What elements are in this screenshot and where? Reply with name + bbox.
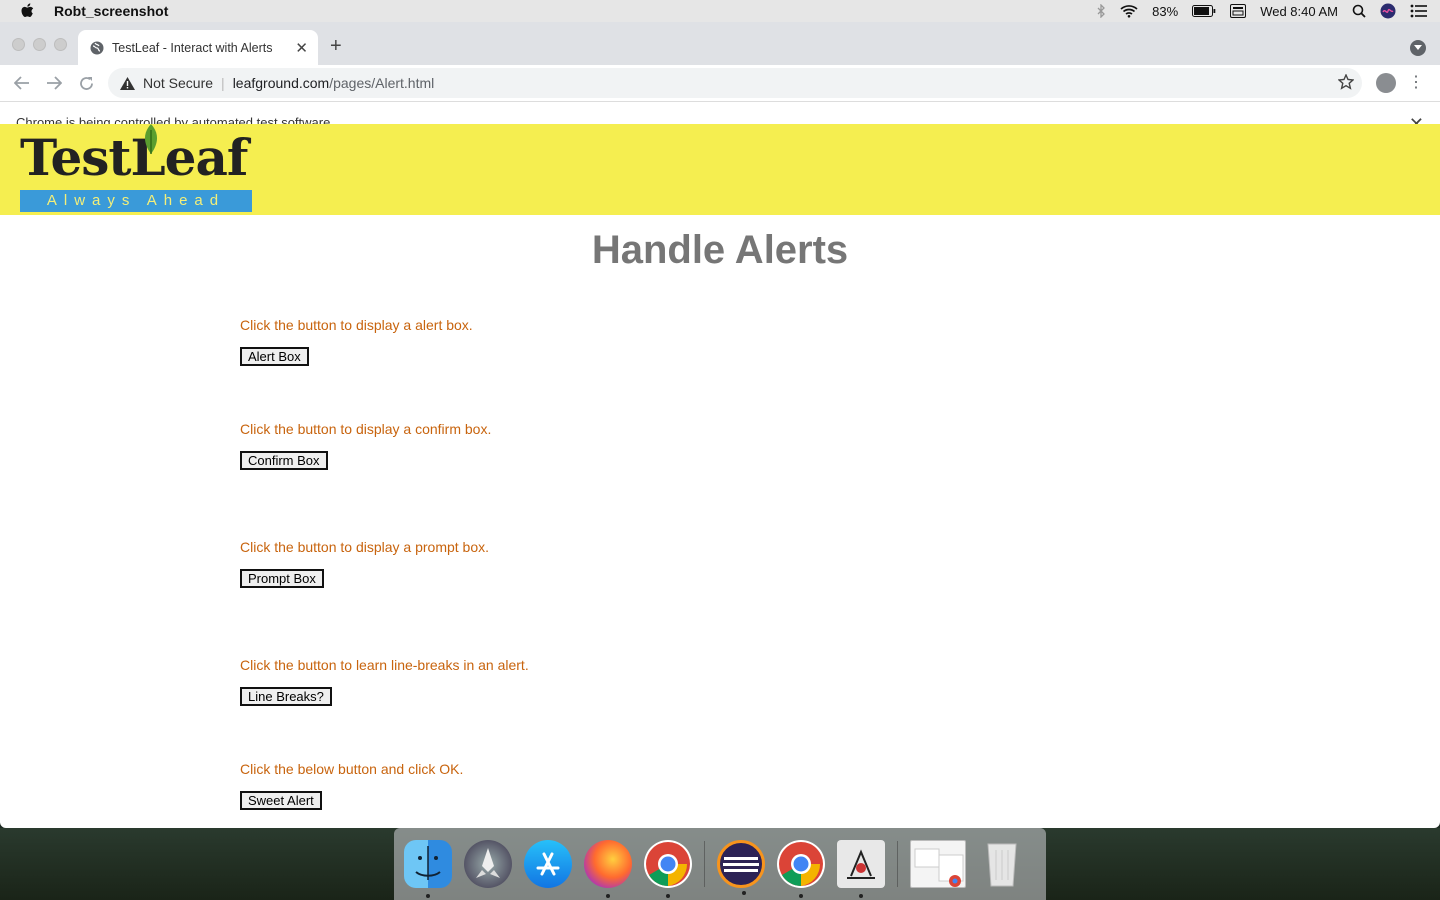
browser-toolbar: Not Secure | leafground.com/pages/Alert.… <box>0 65 1440 101</box>
chrome-icon[interactable] <box>777 840 825 898</box>
security-label[interactable]: Not Secure <box>143 75 213 91</box>
clock[interactable]: Wed 8:40 AM <box>1260 4 1338 19</box>
battery-percentage: 83% <box>1152 3 1179 19</box>
window-controls <box>12 38 67 51</box>
preview-icon[interactable] <box>910 840 966 888</box>
running-indicator <box>666 894 670 898</box>
siri-icon[interactable] <box>1380 3 1396 19</box>
confirm-box-button[interactable]: Confirm Box <box>240 451 328 470</box>
dock-separator <box>897 841 898 887</box>
back-arrow-icon[interactable] <box>6 76 38 90</box>
chrome-menu-icon[interactable]: ⋮ <box>1408 73 1424 93</box>
page-title: Handle Alerts <box>591 228 849 272</box>
bookmark-star-icon[interactable] <box>1337 73 1355 93</box>
sweet-alert-button[interactable]: Sweet Alert <box>240 791 322 810</box>
tab-title: TestLeaf - Interact with Alerts <box>112 40 273 55</box>
firefox-icon[interactable] <box>584 840 632 898</box>
apple-menu-icon[interactable] <box>0 3 54 19</box>
warning-icon[interactable] <box>120 76 135 90</box>
new-tab-icon[interactable]: + <box>330 36 342 56</box>
wifi-icon[interactable] <box>1120 4 1138 18</box>
app-store-icon[interactable] <box>524 840 572 888</box>
url-path: /pages/Alert.html <box>329 75 435 91</box>
eclipse-icon[interactable] <box>717 840 765 895</box>
finder-icon[interactable] <box>404 840 452 898</box>
globe-icon <box>90 41 104 55</box>
logo-text: TestLeaf <box>20 128 248 187</box>
minimize-window-button[interactable] <box>33 38 46 51</box>
spotlight-search-icon[interactable] <box>1352 4 1366 18</box>
maximize-window-button[interactable] <box>54 38 67 51</box>
logo-tagline: Always Ahead <box>20 190 252 212</box>
tab-strip: TestLeaf - Interact with Alerts ✕ + <box>0 22 1440 65</box>
menu-bar: Robt_screenshot 83% Wed 8:40 AM <box>0 0 1440 22</box>
bluetooth-icon[interactable] <box>1096 4 1106 18</box>
url-domain: leafground.com <box>232 75 330 91</box>
launchpad-icon[interactable] <box>464 840 512 888</box>
testleaf-logo[interactable]: TestLeaf Always Ahead <box>20 124 252 213</box>
url-separator: | <box>221 75 225 91</box>
running-indicator <box>606 894 610 898</box>
profile-avatar-icon[interactable] <box>1376 73 1396 93</box>
page-content: TestLeaf Always Ahead Handle Alerts Clic… <box>0 124 1440 810</box>
site-banner: TestLeaf Always Ahead <box>0 124 1440 215</box>
running-indicator <box>742 891 746 895</box>
prompt-box-button[interactable]: Prompt Box <box>240 569 324 588</box>
line-breaks-description: Click the button to learn line-breaks in… <box>240 657 529 673</box>
trash-icon[interactable] <box>978 840 1026 888</box>
close-tab-icon[interactable]: ✕ <box>295 39 308 57</box>
active-app-name[interactable]: Robt_screenshot <box>54 3 168 19</box>
dock <box>394 828 1046 900</box>
input-source-icon[interactable] <box>1230 4 1247 18</box>
address-bar[interactable]: Not Secure | leafground.com/pages/Alert.… <box>108 68 1362 98</box>
java-icon[interactable] <box>837 840 885 898</box>
reload-icon[interactable] <box>70 76 102 91</box>
running-indicator <box>859 894 863 898</box>
running-indicator <box>799 894 803 898</box>
close-window-button[interactable] <box>12 38 25 51</box>
leaf-icon <box>144 124 158 154</box>
chrome-icon[interactable] <box>644 840 692 898</box>
confirm-box-description: Click the button to display a confirm bo… <box>240 421 492 437</box>
notification-center-icon[interactable] <box>1410 4 1428 18</box>
battery-icon[interactable] <box>1192 5 1216 17</box>
tab-search-icon[interactable] <box>1410 40 1426 56</box>
dock-separator <box>704 841 705 887</box>
running-indicator <box>426 894 430 898</box>
tab-active[interactable]: TestLeaf - Interact with Alerts ✕ <box>78 30 318 65</box>
alert-box-button[interactable]: Alert Box <box>240 347 309 366</box>
prompt-box-description: Click the button to display a prompt box… <box>240 539 490 555</box>
line-breaks-button[interactable]: Line Breaks? <box>240 687 332 706</box>
sweet-alert-description: Click the below button and click OK. <box>240 761 464 777</box>
alert-box-description: Click the button to display a alert box. <box>240 317 473 333</box>
forward-arrow-icon[interactable] <box>38 76 70 90</box>
